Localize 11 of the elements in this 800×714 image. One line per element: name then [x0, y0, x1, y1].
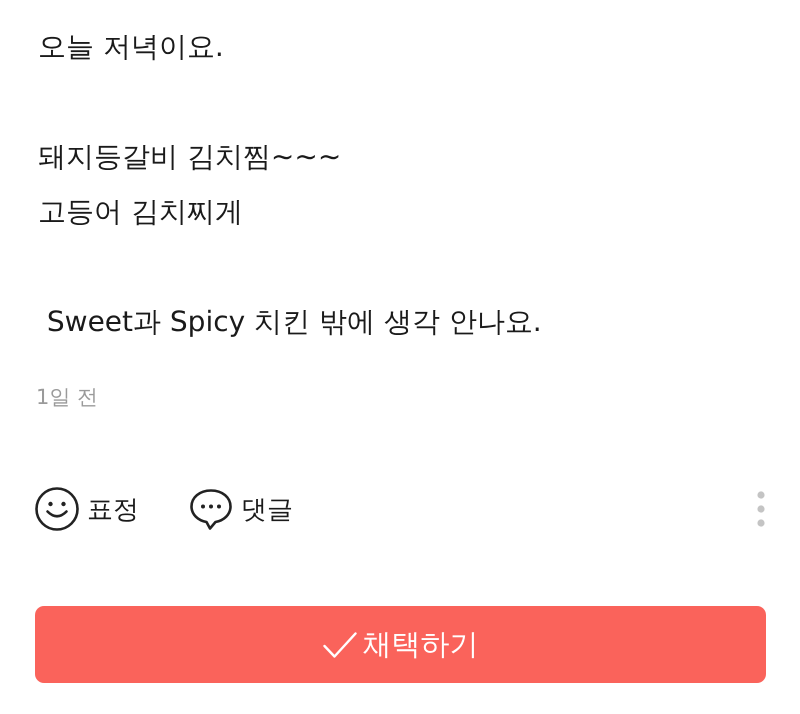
post-text: 오늘 저녁이요. [37, 29, 224, 65]
speech-bubble-icon [189, 487, 233, 531]
post-text: 고등어 김치찌게 [37, 194, 243, 230]
post-text: 돼지등갈비 김치찜~~~ [37, 139, 342, 175]
checkmark-icon [322, 632, 356, 658]
emotion-button[interactable]: 표정 [35, 487, 139, 531]
more-options-icon[interactable] [757, 491, 765, 527]
comment-button[interactable]: 댓글 [189, 487, 293, 531]
post-time: 1일 전 [35, 384, 98, 411]
smiley-icon [35, 487, 79, 531]
post-text: Sweet과 Spicy 치킨 밖에 생각 안나요. [46, 304, 542, 340]
